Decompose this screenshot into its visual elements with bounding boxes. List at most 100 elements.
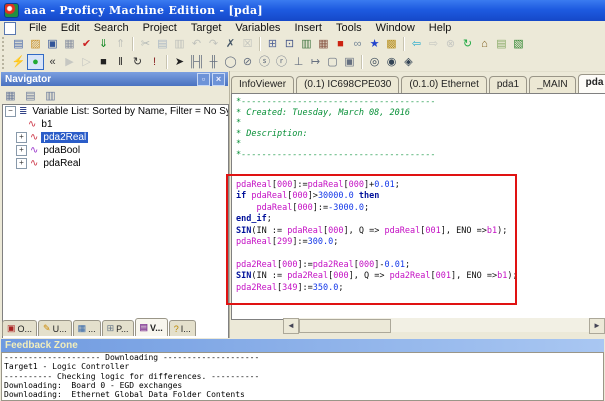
paste-icon[interactable]: ▥ bbox=[171, 36, 188, 52]
data-monitor-icon[interactable]: ▦ bbox=[315, 36, 332, 52]
pointer-tool-icon[interactable]: ➤ bbox=[171, 54, 188, 70]
menu-search[interactable]: Search bbox=[87, 22, 136, 34]
feedback-zone-icon[interactable]: ⊡ bbox=[281, 36, 298, 52]
toolbar-grip[interactable] bbox=[2, 55, 8, 69]
editor-tab-_MAIN[interactable]: _MAIN bbox=[529, 76, 576, 93]
cube-icon[interactable]: ■ bbox=[332, 36, 349, 52]
feedback-console[interactable]: -------------------- Downloading -------… bbox=[1, 352, 604, 401]
find-next-icon[interactable]: ◉ bbox=[383, 54, 400, 70]
editor-hscrollbar[interactable]: ◄ ► bbox=[283, 318, 605, 332]
contact-open-icon[interactable]: ╟╢ bbox=[188, 54, 205, 70]
navigator-tab-[interactable]: ▦... bbox=[73, 320, 101, 336]
tree-item-pdaReal[interactable]: +∿pdaReal bbox=[3, 157, 228, 170]
navigator-tab-V[interactable]: ▤V... bbox=[135, 318, 168, 336]
editor-tab-pda[interactable]: pda bbox=[578, 74, 605, 93]
set-coil-icon[interactable]: ⓢ bbox=[256, 54, 273, 70]
editor-tab-InfoViewer[interactable]: InfoViewer bbox=[231, 76, 294, 93]
toolchest-icon[interactable]: ⊞ bbox=[264, 36, 281, 52]
go-online-icon[interactable]: ● bbox=[27, 54, 44, 70]
references-icon[interactable]: ∞ bbox=[349, 36, 366, 52]
pin-panel-icon[interactable]: ▫ bbox=[197, 73, 210, 86]
undo-icon[interactable]: ↶ bbox=[188, 36, 205, 52]
forward-icon[interactable]: ⇨ bbox=[425, 36, 442, 52]
comment-line: * Created: Tuesday, March 08, 2016 bbox=[236, 108, 436, 119]
toolbar-separator bbox=[166, 55, 168, 69]
editor-tab-010Ethernet[interactable]: (0.1.0) Ethernet bbox=[401, 76, 486, 93]
menu-target[interactable]: Target bbox=[184, 22, 229, 34]
negated-coil-icon[interactable]: ⊘ bbox=[239, 54, 256, 70]
stop-load-icon[interactable]: ⊗ bbox=[442, 36, 459, 52]
contact-closed-icon[interactable]: ╫ bbox=[205, 54, 222, 70]
navigator-tab-U[interactable]: ✎U... bbox=[38, 320, 72, 336]
print-icon[interactable]: ▦ bbox=[61, 36, 78, 52]
function-block-icon[interactable]: ▢ bbox=[324, 54, 341, 70]
scrollbar-thumb[interactable] bbox=[299, 319, 391, 333]
navigator-title: Navigator bbox=[5, 74, 51, 85]
navigator-tab-O[interactable]: ▣O... bbox=[2, 320, 37, 336]
navigator-tab-I[interactable]: ?I... bbox=[169, 320, 196, 336]
tree-item-pdaBool[interactable]: +∿pdaBool bbox=[3, 144, 228, 157]
stop-icon[interactable]: ■ bbox=[95, 54, 112, 70]
cut-icon[interactable]: ✂ bbox=[137, 36, 154, 52]
vertical-link-icon[interactable]: ⊥ bbox=[290, 54, 307, 70]
validate-icon[interactable]: ✔ bbox=[78, 36, 95, 52]
step-icon[interactable]: ▷ bbox=[78, 54, 95, 70]
menu-tools[interactable]: Tools bbox=[329, 22, 369, 34]
nav-view-list-icon[interactable]: ▤ bbox=[22, 88, 39, 104]
home-icon[interactable]: ⌂ bbox=[476, 36, 493, 52]
scroll-right-icon[interactable]: ► bbox=[589, 318, 605, 334]
bookmark-star-icon[interactable]: ★ bbox=[366, 36, 383, 52]
tree-item-b1[interactable]: ∿b1 bbox=[3, 118, 228, 131]
rewind-icon[interactable]: « bbox=[44, 54, 61, 70]
expand-icon[interactable]: + bbox=[16, 145, 27, 156]
menu-insert[interactable]: Insert bbox=[287, 22, 329, 34]
nav-view-details-icon[interactable]: ▦ bbox=[2, 88, 19, 104]
restart-icon[interactable]: ↻ bbox=[129, 54, 146, 70]
toolbox-icon[interactable]: ▩ bbox=[383, 36, 400, 52]
navigator-tab-P[interactable]: ⊞P... bbox=[102, 320, 134, 336]
scroll-left-icon[interactable]: ◄ bbox=[283, 318, 299, 334]
export-icon[interactable]: ▧ bbox=[510, 36, 527, 52]
upload-icon[interactable]: ⇑ bbox=[112, 36, 129, 52]
browse-icon[interactable]: ◈ bbox=[400, 54, 417, 70]
document-window-icon[interactable] bbox=[4, 22, 16, 35]
expand-icon[interactable]: + bbox=[16, 158, 27, 169]
editor-tab-pda1[interactable]: pda1 bbox=[489, 76, 527, 93]
tree-item-pda2Real[interactable]: +∿pda2Real bbox=[3, 131, 228, 144]
menu-help[interactable]: Help bbox=[422, 22, 459, 34]
download-icon[interactable]: ⇓ bbox=[95, 36, 112, 52]
delete-all-icon[interactable]: ☒ bbox=[239, 36, 256, 52]
collapse-expander-icon[interactable]: − bbox=[5, 106, 16, 117]
jump-icon[interactable]: ↦ bbox=[307, 54, 324, 70]
play-icon[interactable]: ▶ bbox=[61, 54, 78, 70]
tree-root-item[interactable]: −≣Variable List: Sorted by Name, Filter … bbox=[3, 105, 228, 118]
editor-tab-01IC698CPE030[interactable]: (0.1) IC698CPE030 bbox=[296, 76, 399, 93]
menu-edit[interactable]: Edit bbox=[54, 22, 87, 34]
coil-icon[interactable]: ◯ bbox=[222, 54, 239, 70]
menu-project[interactable]: Project bbox=[136, 22, 184, 34]
refresh-icon[interactable]: ↻ bbox=[459, 36, 476, 52]
nav-view-tree-icon[interactable]: ▥ bbox=[42, 88, 59, 104]
menu-file[interactable]: File bbox=[22, 22, 54, 34]
new-project-icon[interactable]: ▤ bbox=[10, 36, 27, 52]
delete-icon[interactable]: ✗ bbox=[222, 36, 239, 52]
run-icon[interactable]: ⚡ bbox=[10, 54, 27, 70]
alert-icon[interactable]: ! bbox=[146, 54, 163, 70]
toolbar-grip[interactable] bbox=[2, 37, 8, 51]
navigator-tab-icon: ⊞ bbox=[107, 323, 115, 334]
save-icon[interactable]: ▣ bbox=[44, 36, 61, 52]
menu-variables[interactable]: Variables bbox=[228, 22, 287, 34]
control-station-icon[interactable]: ▥ bbox=[298, 36, 315, 52]
pause-icon[interactable]: ‖ bbox=[112, 54, 129, 70]
open-project-icon[interactable]: ▨ bbox=[27, 36, 44, 52]
reset-coil-icon[interactable]: ⓡ bbox=[273, 54, 290, 70]
edit-page-icon[interactable]: ▤ bbox=[493, 36, 510, 52]
expand-icon[interactable]: + bbox=[16, 132, 27, 143]
close-panel-icon[interactable]: × bbox=[212, 73, 225, 86]
redo-icon[interactable]: ↷ bbox=[205, 36, 222, 52]
find-icon[interactable]: ◎ bbox=[366, 54, 383, 70]
back-icon[interactable]: ⇦ bbox=[408, 36, 425, 52]
copy-icon[interactable]: ▤ bbox=[154, 36, 171, 52]
call-block-icon[interactable]: ▣ bbox=[341, 54, 358, 70]
menu-window[interactable]: Window bbox=[369, 22, 422, 34]
